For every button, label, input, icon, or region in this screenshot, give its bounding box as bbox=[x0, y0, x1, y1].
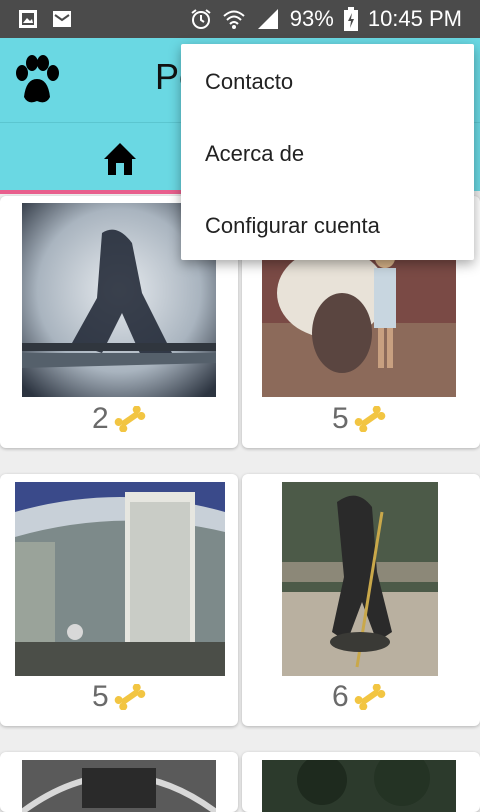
likes-count: 2 bbox=[92, 402, 147, 436]
post-card[interactable]: 6 bbox=[242, 474, 480, 726]
home-icon[interactable] bbox=[102, 141, 138, 177]
likes-number: 6 bbox=[332, 680, 349, 713]
post-card[interactable]: 5 bbox=[0, 474, 238, 726]
mail-icon bbox=[53, 11, 71, 27]
menu-item-contacto[interactable]: Contacto bbox=[205, 69, 293, 95]
image-icon bbox=[19, 10, 37, 28]
battery-percent: 93% bbox=[289, 6, 334, 31]
bone-icon[interactable] bbox=[113, 684, 147, 710]
paw-icon bbox=[16, 55, 59, 103]
overflow-menu: Contacto Acerca de Configurar cuenta bbox=[181, 44, 474, 260]
likes-count: 5 bbox=[92, 680, 147, 714]
likes-number: 5 bbox=[92, 680, 109, 713]
signal-icon bbox=[257, 9, 278, 29]
likes-number: 5 bbox=[332, 402, 349, 435]
post-photo[interactable] bbox=[262, 760, 456, 812]
clock: 10:45 PM bbox=[367, 6, 462, 31]
likes-number: 2 bbox=[92, 402, 109, 435]
wifi-icon bbox=[223, 10, 245, 29]
battery-icon bbox=[343, 7, 358, 31]
status-bar: 93% 10:45 PM bbox=[0, 0, 480, 38]
post-photo[interactable] bbox=[282, 482, 438, 676]
alarm-icon bbox=[191, 9, 211, 29]
post-photo[interactable] bbox=[22, 760, 216, 812]
likes-count: 6 bbox=[332, 680, 387, 714]
post-photo[interactable] bbox=[15, 482, 225, 676]
bone-icon[interactable] bbox=[353, 406, 387, 432]
bone-icon[interactable] bbox=[353, 684, 387, 710]
post-card[interactable] bbox=[242, 752, 480, 812]
post-card[interactable] bbox=[0, 752, 238, 812]
menu-item-acerca-de[interactable]: Acerca de bbox=[205, 141, 304, 167]
menu-item-configurar-cuenta[interactable]: Configurar cuenta bbox=[205, 213, 380, 239]
likes-count: 5 bbox=[332, 402, 387, 436]
bone-icon[interactable] bbox=[113, 406, 147, 432]
